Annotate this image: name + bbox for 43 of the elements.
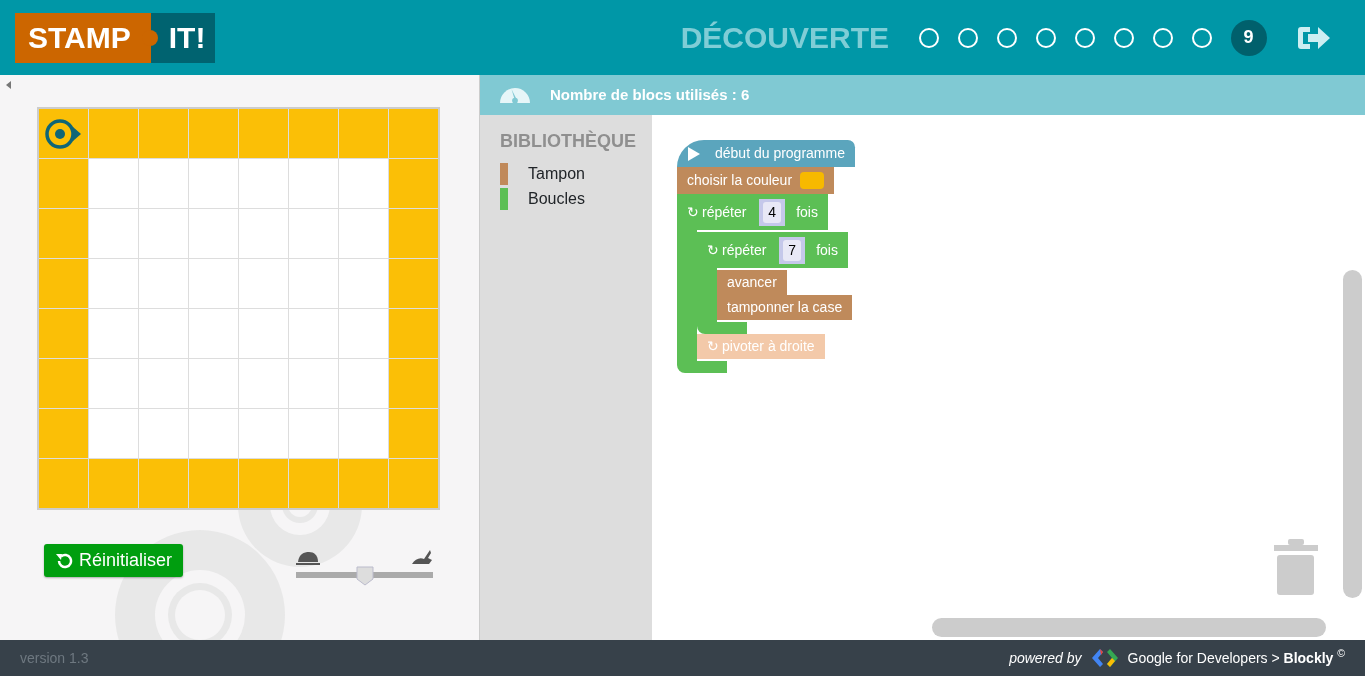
- rabbit-icon: [411, 549, 433, 565]
- blocks-count: Nombre de blocs utilisés : 6: [550, 84, 750, 105]
- block-label: répéter: [702, 202, 747, 222]
- turtle-icon: [296, 551, 320, 565]
- level-indicator[interactable]: [957, 27, 978, 48]
- slider-thumb[interactable]: [355, 566, 374, 586]
- play-icon: [687, 145, 701, 162]
- reset-icon: [55, 551, 73, 570]
- block-label: pivoter à droite: [722, 337, 815, 356]
- gauge-icon: [500, 87, 530, 103]
- block-label: tamponner la case: [727, 298, 843, 317]
- logo-text: IT!: [150, 12, 216, 63]
- blockly-logo-icon: [1089, 647, 1120, 669]
- credit-text: Google for Developers > Blockly $^{©}$: [1127, 647, 1345, 668]
- loop-glyph: ↻: [707, 240, 719, 260]
- level-indicator[interactable]: [1152, 27, 1173, 48]
- block-label: début du programme: [715, 144, 845, 163]
- loop-glyph: ↻: [707, 337, 719, 356]
- level-indicator[interactable]: [918, 27, 939, 48]
- vertical-scrollbar[interactable]: [1343, 270, 1362, 598]
- block-label: fois: [796, 202, 818, 222]
- level-indicator[interactable]: [1191, 27, 1212, 48]
- level-indicator[interactable]: [1113, 27, 1134, 48]
- library-title: BIBLIOTHÈQUE: [500, 129, 637, 153]
- loop-glyph: ↻: [687, 202, 699, 222]
- block-label: fois: [816, 240, 838, 260]
- repeat-block[interactable]: ↻ répéter 4 fois: [677, 194, 828, 230]
- block-label: répéter: [722, 240, 767, 260]
- category-item[interactable]: Boucles: [528, 186, 585, 211]
- color-swatch[interactable]: [800, 172, 825, 189]
- level-indicator[interactable]: 9: [1230, 19, 1267, 56]
- level-indicator[interactable]: [996, 27, 1017, 48]
- reset-button[interactable]: Réinitialiser: [44, 544, 184, 577]
- collapse-arrow-icon[interactable]: [6, 81, 11, 89]
- category-item[interactable]: Tampon: [528, 161, 585, 186]
- repeat-block[interactable]: ↻ répéter 7 fois: [697, 232, 848, 268]
- level-title: DÉCOUVERTE: [680, 20, 889, 56]
- level-indicator[interactable]: [1074, 27, 1095, 48]
- powered-by-label: powered by: [1009, 648, 1082, 668]
- level-indicator[interactable]: [1035, 27, 1056, 48]
- block-label: avancer: [727, 273, 777, 292]
- block-label: choisir la couleur: [687, 171, 793, 190]
- horizontal-scrollbar[interactable]: [932, 618, 1326, 637]
